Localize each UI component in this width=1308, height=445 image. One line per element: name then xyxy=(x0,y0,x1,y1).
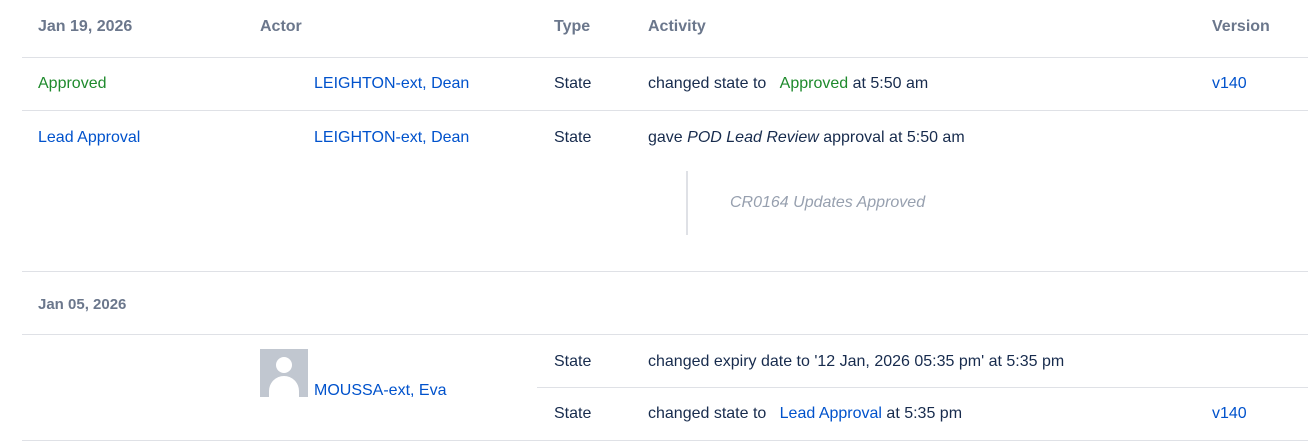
approval-comment: CR0164 Updates Approved xyxy=(730,194,926,211)
actor-link[interactable]: MOUSSA-ext, Eva xyxy=(314,381,446,401)
activity-cell: changed state to Approved at 5:50 am xyxy=(648,74,928,94)
avatar-body-shape xyxy=(269,376,299,397)
activity-text: changed state to xyxy=(648,75,767,92)
divider xyxy=(537,387,1308,388)
divider xyxy=(22,110,1308,111)
history-table-header: Jan 19, 2026 Actor Type Activity Version xyxy=(0,0,1308,57)
comment-quote-bar xyxy=(686,171,688,235)
activity-cell: changed state to Lead Approval at 5:35 p… xyxy=(648,404,962,424)
divider xyxy=(22,271,1308,272)
type-column-header: Type xyxy=(554,18,591,35)
actor-link[interactable]: LEIGHTON-ext, Dean xyxy=(314,74,469,94)
avatar xyxy=(260,349,308,397)
divider xyxy=(22,57,1308,58)
activity-text: gave xyxy=(648,129,683,146)
version-link[interactable]: v140 xyxy=(1212,404,1247,424)
type-cell: State xyxy=(554,353,592,370)
version-column-header: Version xyxy=(1212,18,1270,35)
version-link[interactable]: v140 xyxy=(1212,74,1247,94)
activity-column-header: Activity xyxy=(648,18,706,35)
activity-cell: changed expiry date to '12 Jan, 2026 05:… xyxy=(648,353,1065,370)
actor-link[interactable]: LEIGHTON-ext, Dean xyxy=(314,128,469,148)
event-approved: Approved xyxy=(38,75,107,92)
type-cell: State xyxy=(554,129,592,146)
activity-cell: gave POD Lead Review approval at 5:50 am xyxy=(648,128,965,148)
avatar-head-shape xyxy=(276,357,292,373)
activity-text: approval at 5:50 am xyxy=(823,129,965,146)
activity-text: at 5:50 am xyxy=(852,75,929,92)
divider xyxy=(22,334,1308,335)
state-lead-approval-link[interactable]: Lead Approval xyxy=(780,405,882,422)
type-cell: State xyxy=(554,405,592,422)
review-name: POD Lead Review xyxy=(687,129,819,146)
activity-text: at 5:35 pm xyxy=(886,405,963,422)
date-group-header: Jan 05, 2026 xyxy=(38,296,127,313)
date-group-header: Jan 19, 2026 xyxy=(38,18,133,35)
divider xyxy=(22,440,1308,441)
type-cell: State xyxy=(554,75,592,92)
activity-text: changed state to xyxy=(648,405,767,422)
state-approved-label: Approved xyxy=(779,75,849,92)
actor-column-header: Actor xyxy=(260,18,302,35)
event-lead-approval-link[interactable]: Lead Approval xyxy=(38,128,140,148)
